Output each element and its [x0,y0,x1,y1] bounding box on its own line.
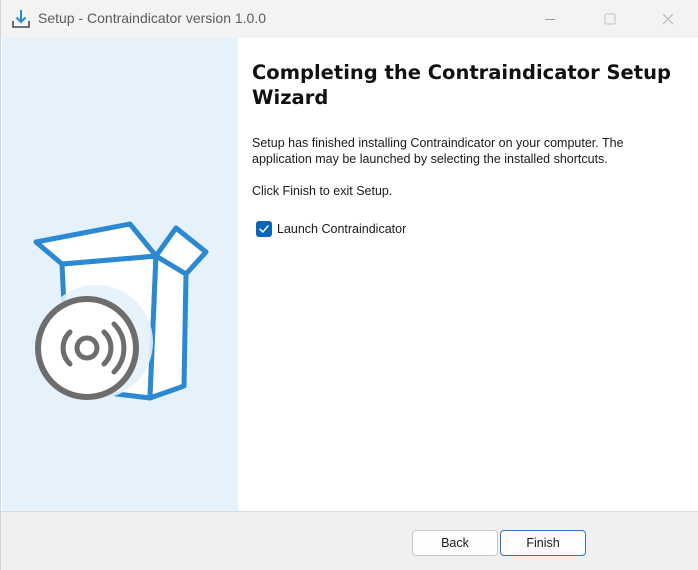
software-box-disc-icon [33,221,209,401]
maximize-icon [604,13,616,25]
launch-checkbox-label[interactable]: Launch Contraindicator [277,222,406,236]
button-bar: Back Finish [1,511,698,570]
finish-message: Setup has finished installing Contraindi… [252,136,624,166]
window-title: Setup - Contraindicator version 1.0.0 [38,10,267,26]
minimize-button[interactable] [527,0,573,38]
exit-instruction: Click Finish to exit Setup. [252,184,393,198]
checkmark-icon [259,225,269,233]
title-bar: Setup - Contraindicator version 1.0.0 [1,0,698,38]
page-title: Completing the Contraindicator Setup Wiz… [252,61,671,109]
launch-checkbox[interactable] [256,221,272,237]
finish-button[interactable]: Finish [500,530,586,556]
back-button[interactable]: Back [412,530,498,556]
minimize-icon [545,19,555,20]
close-button[interactable] [645,0,691,38]
installer-download-icon [12,10,30,28]
setup-window: Setup - Contraindicator version 1.0.0 Co… [0,0,698,570]
maximize-button[interactable] [587,0,633,38]
wizard-banner [2,38,238,511]
close-icon [662,13,674,25]
launch-checkbox-row[interactable]: Launch Contraindicator [256,221,406,237]
